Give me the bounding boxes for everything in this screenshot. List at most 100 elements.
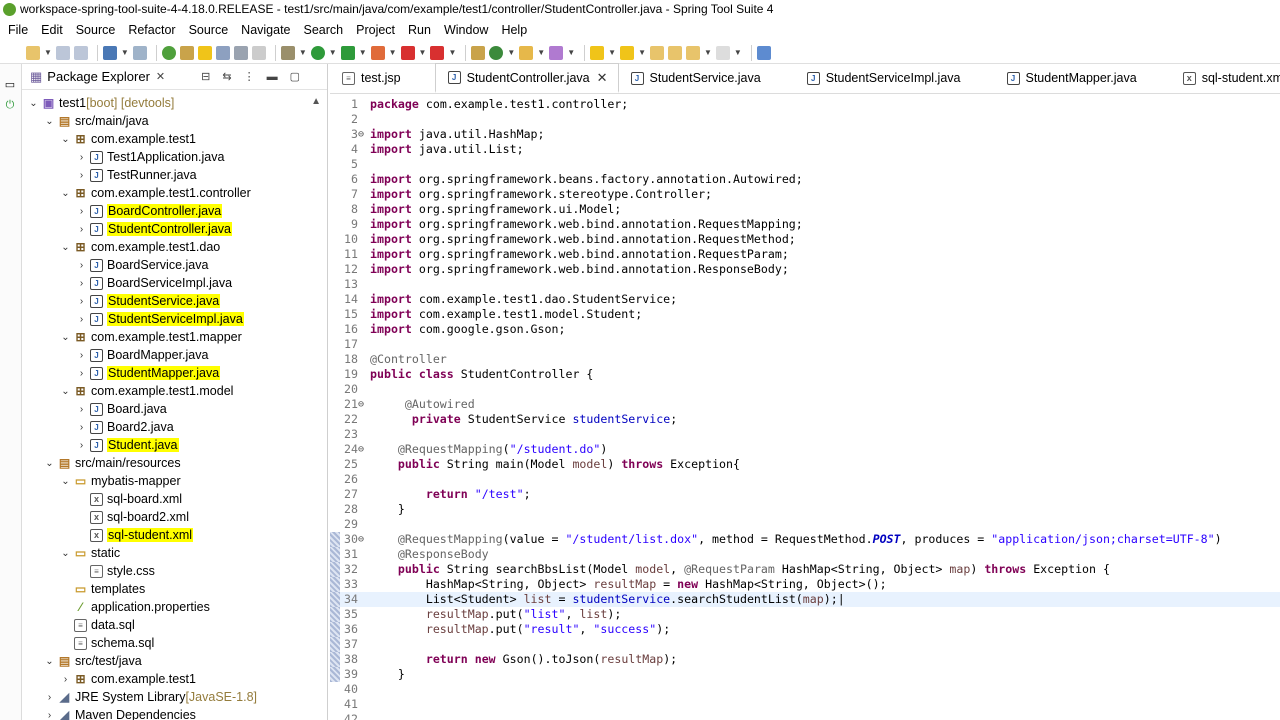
tree-item[interactable]: ⌄ ⊞ com.example.test1.mapper: [60, 328, 241, 346]
stop-icon[interactable]: [400, 45, 415, 60]
menu-item-run[interactable]: Run: [408, 23, 431, 37]
code-line[interactable]: 11 import org.springframework.web.bind.an…: [330, 247, 1280, 262]
tree-item[interactable]: › J StudentServiceImpl.java: [76, 310, 244, 328]
chevron-down-icon[interactable]: ▼: [507, 48, 515, 57]
tree-item[interactable]: › J TestRunner.java: [76, 166, 197, 184]
code-line[interactable]: 9 import org.springframework.web.bind.ann…: [330, 217, 1280, 232]
chevron-down-icon[interactable]: ▼: [389, 48, 397, 57]
menu-item-navigate[interactable]: Navigate: [241, 23, 290, 37]
chevron-down-icon[interactable]: ⌄: [60, 476, 71, 487]
tree-item[interactable]: › J BoardMapper.java: [76, 346, 209, 364]
menu-item-refactor[interactable]: Refactor: [128, 23, 175, 37]
word-wrap-icon[interactable]: [233, 45, 248, 60]
fold-toggle-icon[interactable]: ⊖: [358, 397, 368, 412]
code-line[interactable]: 24 ⊖ @RequestMapping("/student.do"): [330, 442, 1280, 457]
save-icon[interactable]: [55, 45, 70, 60]
code-line[interactable]: 34 List<Student> list = studentService.s…: [330, 592, 1280, 607]
code-line[interactable]: 12 import org.springframework.web.bind.an…: [330, 262, 1280, 277]
skip-breakpoints-icon[interactable]: [132, 45, 147, 60]
fold-toggle-icon[interactable]: ⊖: [358, 442, 368, 457]
debug-server-icon[interactable]: [370, 45, 385, 60]
code-line[interactable]: 40: [330, 682, 1280, 697]
code-line[interactable]: 23: [330, 427, 1280, 442]
code-line[interactable]: 31 @ResponseBody: [330, 547, 1280, 562]
code-line[interactable]: 6 import org.springframework.beans.factor…: [330, 172, 1280, 187]
tree-item[interactable]: ⌄ ▤ src/main/java: [44, 112, 148, 130]
code-line[interactable]: 16 import com.google.gson.Gson;: [330, 322, 1280, 337]
external-tools-icon[interactable]: [430, 45, 445, 60]
view-menu-icon[interactable]: ⋮: [244, 70, 255, 83]
tree-item[interactable]: ⁄ application.properties: [60, 598, 210, 616]
chevron-down-icon[interactable]: ▼: [419, 48, 427, 57]
editor-tab[interactable]: J StudentServiceImpl.java: [795, 63, 971, 93]
previous-annotation-icon[interactable]: [620, 45, 635, 60]
minimize-icon[interactable]: ▬: [267, 71, 278, 83]
chevron-right-icon[interactable]: ›: [76, 224, 87, 235]
back-icon[interactable]: [667, 45, 682, 60]
tree-item[interactable]: › J Test1Application.java: [76, 148, 225, 166]
code-line[interactable]: 35 resultMap.put("list", list);: [330, 607, 1280, 622]
menu-item-source[interactable]: Source: [76, 23, 116, 37]
tree-item[interactable]: ≡ data.sql: [60, 616, 135, 634]
boot-dashboard-icon[interactable]: ⏻: [3, 98, 17, 112]
next-annotation-icon[interactable]: [590, 45, 605, 60]
tree-item[interactable]: ⌄ ▤ src/main/resources: [44, 454, 180, 472]
menu-item-file[interactable]: File: [8, 23, 28, 37]
new-java-class-icon[interactable]: [489, 45, 504, 60]
tree-item[interactable]: ⌄ ▣ test1 [boot] [devtools]: [28, 94, 174, 112]
tree-item[interactable]: › J BoardService.java: [76, 256, 209, 274]
editor-tab[interactable]: ≡ test.jsp: [330, 63, 411, 93]
chevron-down-icon[interactable]: ⌄: [44, 116, 55, 127]
new-java-package-icon[interactable]: [471, 45, 486, 60]
chevron-down-icon[interactable]: ⌄: [44, 656, 55, 667]
tree-item[interactable]: ▭ templates: [60, 580, 145, 598]
chevron-right-icon[interactable]: ›: [76, 350, 87, 361]
menu-item-window[interactable]: Window: [444, 23, 488, 37]
menu-item-search[interactable]: Search: [304, 23, 344, 37]
chevron-down-icon[interactable]: ▼: [299, 48, 307, 57]
tree-item[interactable]: › ◢ Maven Dependencies: [44, 706, 196, 720]
close-icon[interactable]: ✕: [156, 70, 165, 83]
tree-item[interactable]: ⌄ ⊞ com.example.test1: [60, 130, 196, 148]
run-server-icon[interactable]: [340, 45, 355, 60]
chevron-right-icon[interactable]: ›: [76, 278, 87, 289]
chevron-right-icon[interactable]: ›: [76, 260, 87, 271]
chevron-right-icon[interactable]: ›: [76, 152, 87, 163]
open-perspective-icon[interactable]: [756, 45, 771, 60]
code-line[interactable]: 17: [330, 337, 1280, 352]
chevron-right-icon[interactable]: ›: [76, 296, 87, 307]
code-line[interactable]: 33 HashMap<String, Object> resultMap = n…: [330, 577, 1280, 592]
tree-item[interactable]: ⌄ ⊞ com.example.test1.controller: [60, 184, 251, 202]
tree-item[interactable]: ⌄ ▭ static: [60, 544, 120, 562]
tree-item[interactable]: › ⊞ com.example.test1: [60, 670, 196, 688]
restore-icon[interactable]: ▭: [3, 78, 17, 92]
chevron-down-icon[interactable]: ▼: [448, 48, 456, 57]
chevron-right-icon[interactable]: ›: [76, 404, 87, 415]
code-line[interactable]: 15 import com.example.test1.model.Student…: [330, 307, 1280, 322]
terminal-icon[interactable]: [102, 45, 117, 60]
tree-item[interactable]: ⌄ ⊞ com.example.test1.model: [60, 382, 233, 400]
link-with-editor-icon[interactable]: ⇆: [222, 70, 231, 83]
code-line[interactable]: 7 import org.springframework.stereotype.C…: [330, 187, 1280, 202]
chevron-right-icon[interactable]: ›: [76, 368, 87, 379]
chevron-right-icon[interactable]: ›: [44, 692, 55, 703]
mark-occurrences-icon[interactable]: [197, 45, 212, 60]
code-line[interactable]: 14 import com.example.test1.dao.StudentSe…: [330, 292, 1280, 307]
fold-toggle-icon[interactable]: ⊖: [358, 127, 368, 142]
code-line[interactable]: 10 import org.springframework.web.bind.an…: [330, 232, 1280, 247]
code-line[interactable]: 41: [330, 697, 1280, 712]
tree-item[interactable]: › J StudentController.java: [76, 220, 232, 238]
last-edit-location-icon[interactable]: [649, 45, 664, 60]
show-whitespace-icon[interactable]: [251, 45, 266, 60]
tree-item[interactable]: › J Student.java: [76, 436, 179, 454]
run-icon[interactable]: [310, 45, 325, 60]
chevron-right-icon[interactable]: ›: [44, 710, 55, 720]
chevron-down-icon[interactable]: ▼: [638, 48, 646, 57]
close-icon[interactable]: ✕: [597, 70, 608, 86]
code-line[interactable]: 5: [330, 157, 1280, 172]
tree-item[interactable]: › J StudentService.java: [76, 292, 221, 310]
editor-tab[interactable]: J StudentMapper.java: [995, 63, 1147, 93]
tree-item[interactable]: › ◢ JRE System Library [JavaSE-1.8]: [44, 688, 257, 706]
code-line[interactable]: 19 public class StudentController {: [330, 367, 1280, 382]
code-line[interactable]: 4 import java.util.List;: [330, 142, 1280, 157]
